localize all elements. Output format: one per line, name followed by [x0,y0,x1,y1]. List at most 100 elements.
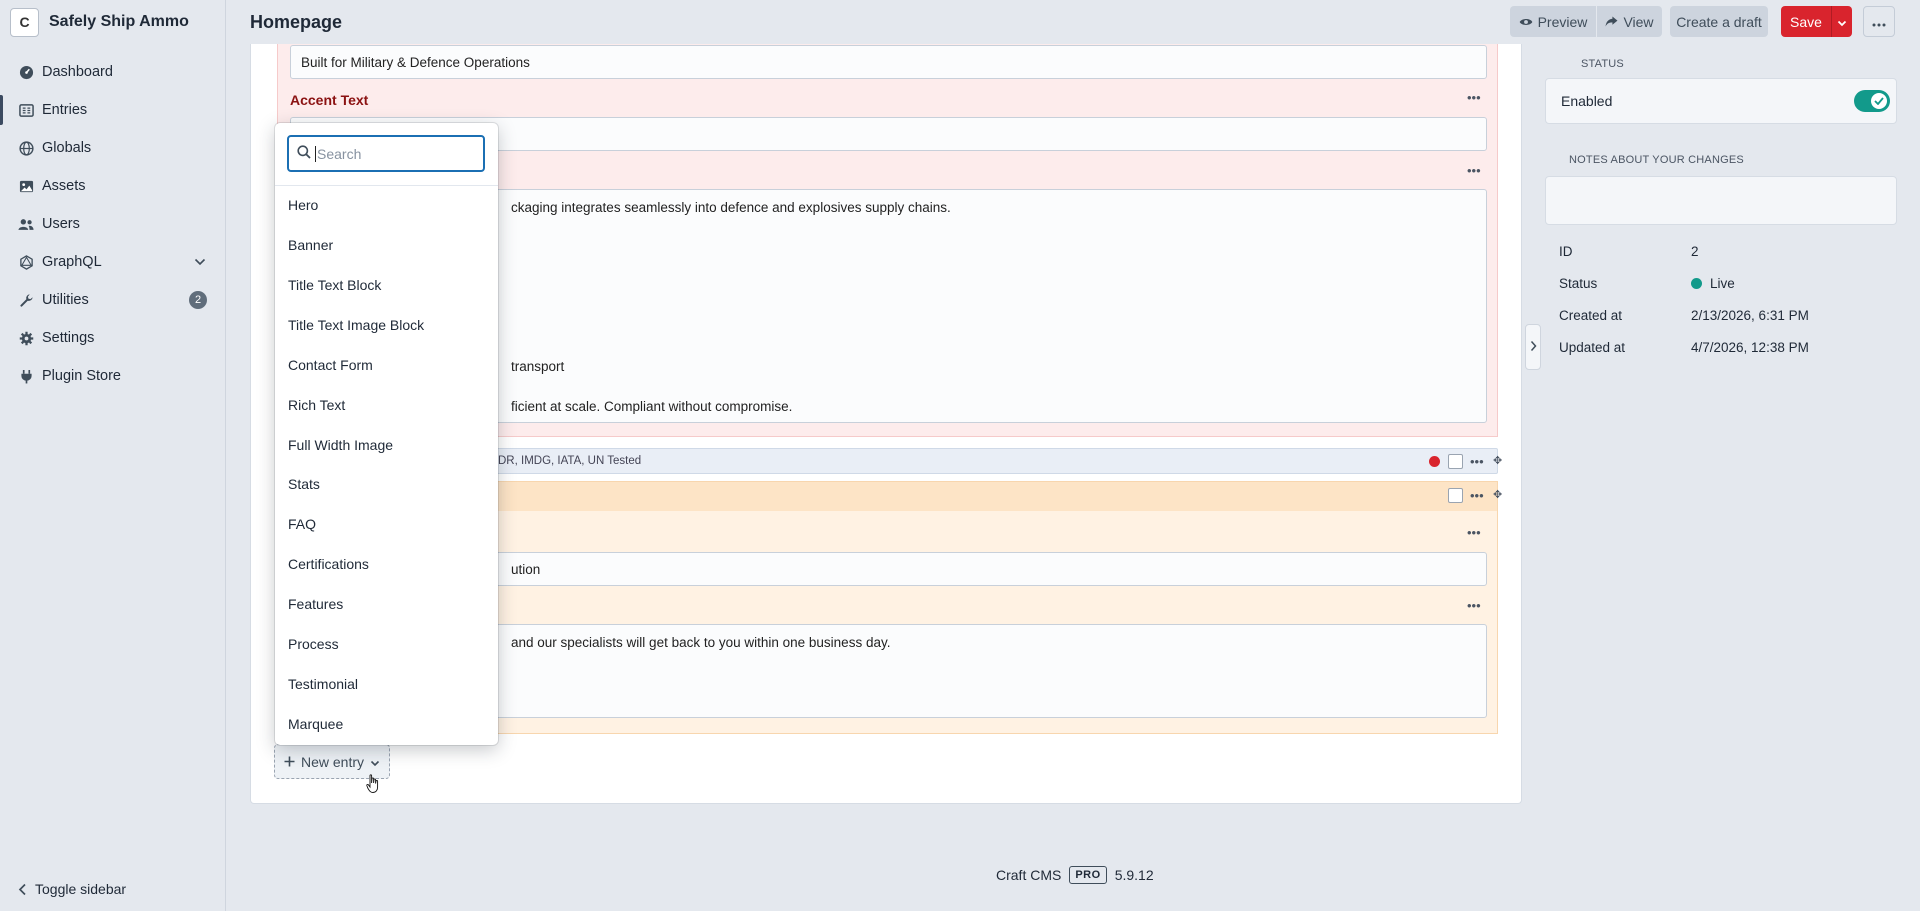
menu-item-contact-form[interactable]: Contact Form [288,357,373,373]
nav-label: Settings [42,330,95,346]
nav-item-graphql[interactable]: GraphQL [0,243,225,281]
body-line: ficient at scale. Compliant without comp… [511,399,793,414]
nav-label: GraphQL [42,254,102,270]
gear-icon [18,330,34,346]
menu-item-hero[interactable]: Hero [288,197,318,213]
menu-item-full-width-image[interactable]: Full Width Image [288,437,393,453]
menu-item-testimonial[interactable]: Testimonial [288,676,358,692]
share-icon [1605,14,1618,30]
meta-value-status: Live [1691,276,1735,291]
page-title: Homepage [250,12,343,32]
enabled-label: Enabled [1561,93,1613,109]
field-actions-icon[interactable]: ••• [1467,526,1481,539]
plug-icon [18,368,34,384]
live-status-dot [1691,278,1702,289]
heading-value: Built for Military & Defence Operations [301,54,530,70]
notes-heading: NOTES ABOUT YOUR CHANGES [1569,154,1744,166]
meta-label-id: ID [1559,244,1573,259]
contact-title-value: ution [511,561,541,577]
block-select-checkbox[interactable] [1448,488,1463,503]
nav-item-users[interactable]: Users [0,205,225,243]
view-label: View [1623,13,1654,30]
menu-item-faq[interactable]: FAQ [288,516,316,532]
menu-item-banner[interactable]: Banner [288,237,333,253]
footer-product: Craft CMS [996,867,1062,883]
collapsed-block-preview: DR, IMDG, IATA, UN Tested [498,455,642,467]
site-name: Safely Ship Ammo [49,13,189,30]
users-icon [18,216,34,232]
menu-divider [275,185,498,186]
field-actions-icon[interactable]: ••• [1467,91,1481,104]
meta-label-status: Status [1559,276,1598,291]
plus-icon [284,754,295,770]
nav-label: Entries [42,102,88,118]
view-button[interactable]: View [1597,6,1662,37]
check-icon [1871,93,1887,109]
nav-label: Dashboard [42,64,113,80]
meta-value-created: 2/13/2026, 6:31 PM [1691,308,1809,323]
toggle-sidebar-label: Toggle sidebar [35,881,127,897]
move-icon[interactable]: ✥ [1493,488,1502,501]
move-icon[interactable]: ✥ [1493,454,1502,467]
enabled-setting: Enabled [1545,78,1897,124]
nav-label: Globals [42,140,92,156]
enabled-toggle[interactable] [1854,90,1890,112]
chevron-down-icon [1837,14,1847,30]
meta-label-created: Created at [1559,308,1623,323]
page-header: Homepage Preview View Create a draft Sav… [226,0,1920,44]
status-heading: STATUS [1581,58,1624,70]
new-entry-label: New entry [300,753,365,770]
menu-item-process[interactable]: Process [288,636,339,652]
save-button[interactable]: Save [1781,6,1831,37]
nav-item-entries[interactable]: Entries [0,91,225,129]
body-line: ckaging integrates seamlessly into defen… [511,200,951,215]
nav-label: Assets [42,178,86,194]
chevron-left-icon [18,883,27,896]
menu-item-rich-text[interactable]: Rich Text [288,397,345,413]
globe-icon [18,140,34,156]
meta-label-updated: Updated at [1559,340,1626,355]
nav-item-plugin-store[interactable]: Plugin Store [0,357,225,395]
edition-badge: PRO [1069,866,1107,884]
nav-item-dashboard[interactable]: Dashboard [0,53,225,91]
nav-item-utilities[interactable]: Utilities 2 [0,281,225,319]
site-switcher[interactable]: C Safely Ship Ammo [0,0,225,44]
field-actions-icon[interactable]: ••• [1467,599,1481,612]
more-actions-button[interactable] [1863,6,1895,37]
block-actions-icon[interactable]: ••• [1470,455,1484,468]
nav-item-globals[interactable]: Globals [0,129,225,167]
heading-field[interactable]: Built for Military & Defence Operations [290,45,1487,79]
create-draft-button[interactable]: Create a draft [1670,6,1768,37]
ellipsis-icon [1872,14,1886,30]
body-line: transport [511,359,565,374]
search-placeholder: Search [315,145,362,162]
menu-item-certifications[interactable]: Certifications [288,556,369,572]
details-panel: STATUS Enabled NOTES ABOUT YOUR CHANGES … [1533,44,1920,911]
notes-textarea[interactable] [1545,176,1897,225]
footer-version: 5.9.12 [1114,867,1154,883]
live-status-text: Live [1710,276,1735,291]
footer: Craft CMS PRO 5.9.12 [996,866,1154,884]
toggle-sidebar-button[interactable]: Toggle sidebar [18,881,126,897]
entry-type-search-input[interactable]: Search [287,135,485,172]
menu-item-marquee[interactable]: Marquee [288,716,343,732]
new-entry-type-menu: Search Hero Banner Title Text Block Titl… [275,123,498,745]
menu-item-stats[interactable]: Stats [288,476,320,492]
chevron-down-icon[interactable] [194,254,206,270]
field-actions-icon[interactable]: ••• [1467,164,1481,177]
nav-item-assets[interactable]: Assets [0,167,225,205]
preview-button[interactable]: Preview [1510,6,1596,37]
search-icon [297,145,311,162]
wrench-icon [18,292,34,308]
nav-label: Plugin Store [42,368,121,384]
block-select-checkbox[interactable] [1448,454,1463,469]
graphql-icon [18,254,34,270]
nav-item-settings[interactable]: Settings [0,319,225,357]
menu-item-features[interactable]: Features [288,596,343,612]
block-actions-icon[interactable]: ••• [1470,489,1484,502]
chevron-down-icon [370,754,380,770]
save-label: Save [1790,13,1822,30]
menu-item-title-text-block[interactable]: Title Text Block [288,277,381,293]
save-options-button[interactable] [1831,6,1852,37]
menu-item-title-text-image-block[interactable]: Title Text Image Block [288,317,424,333]
